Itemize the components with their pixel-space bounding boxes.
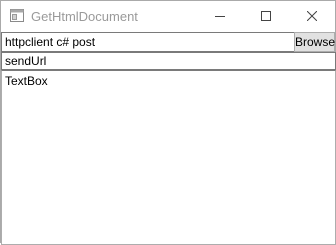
- maximize-icon: [261, 8, 271, 26]
- title-bar[interactable]: GetHtmlDocument: [1, 1, 335, 32]
- close-icon: [306, 8, 318, 26]
- text-box[interactable]: TextBox: [1, 70, 336, 245]
- maximize-button[interactable]: [243, 1, 289, 32]
- window-title: GetHtmlDocument: [31, 9, 138, 24]
- url-input[interactable]: [1, 32, 295, 52]
- minimize-button[interactable]: [197, 1, 243, 32]
- close-button[interactable]: [289, 1, 335, 32]
- window-app-icon: [10, 9, 24, 22]
- browse-button[interactable]: Browse: [294, 32, 335, 52]
- main-window: GetHtmlDocument Brow: [0, 0, 336, 245]
- send-url-text: sendUrl: [5, 54, 47, 68]
- minimize-icon: [215, 8, 225, 26]
- send-url-field[interactable]: sendUrl: [1, 52, 336, 70]
- text-box-content: TextBox: [5, 74, 48, 88]
